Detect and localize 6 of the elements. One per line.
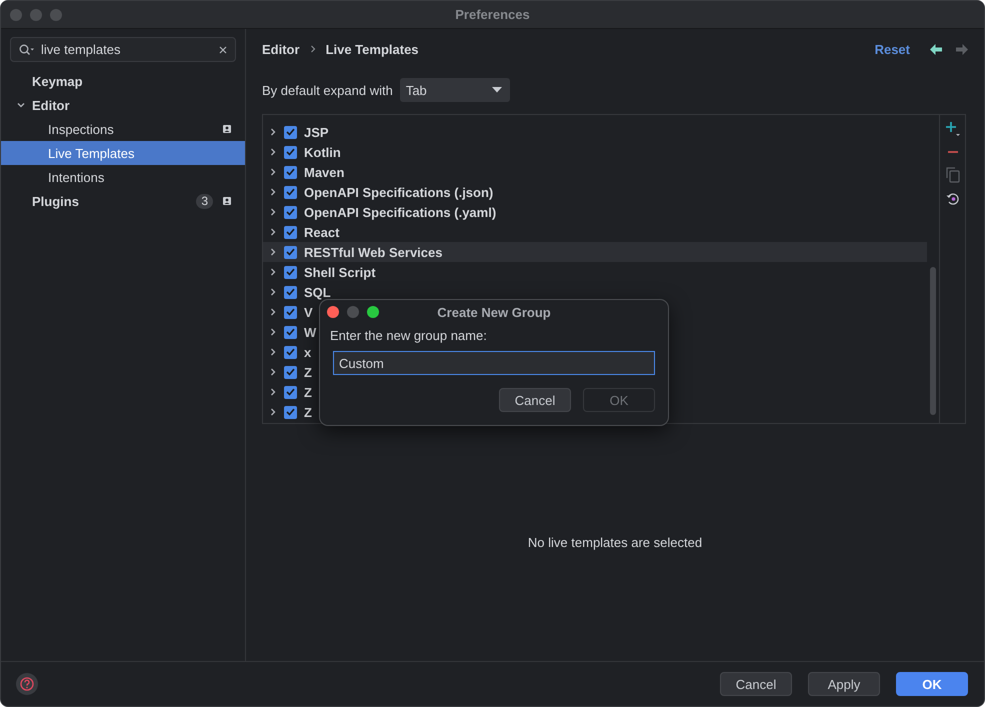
dialog-prompt: Enter the new group name: xyxy=(329,327,488,343)
empty-message: No live templates are selected xyxy=(528,535,702,550)
dialog-title: Create New Group xyxy=(437,304,551,320)
expand-label: By default expand with xyxy=(262,82,393,98)
window-title: Preferences xyxy=(455,7,530,22)
count-badge: 3 xyxy=(196,194,213,208)
